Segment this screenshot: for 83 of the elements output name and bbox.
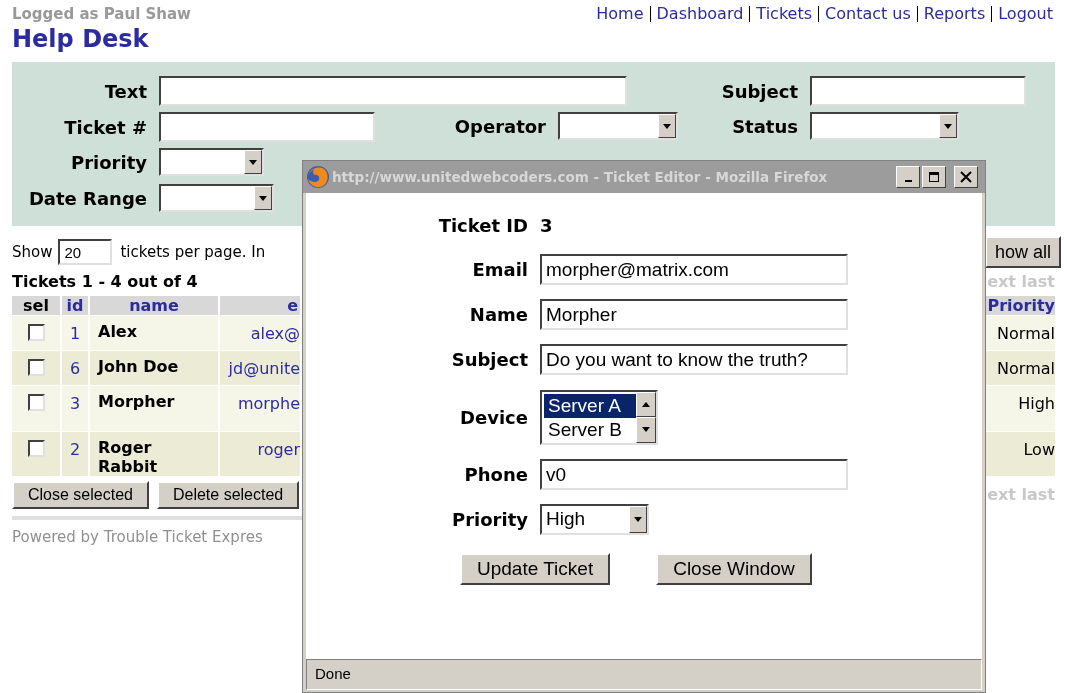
checkbox[interactable]	[27, 324, 45, 341]
logged-in-user: Logged as Paul Shaw	[12, 4, 191, 24]
column-header[interactable]: id	[62, 296, 88, 315]
field-label: Status	[731, 114, 798, 139]
caret-icon	[642, 427, 650, 433]
checkbox[interactable]	[27, 440, 45, 457]
minimize-button[interactable]	[896, 166, 920, 188]
checkbox[interactable]	[27, 359, 45, 376]
minimize-icon	[904, 180, 912, 182]
page-title: Help Desk	[12, 24, 150, 54]
nav-link[interactable]: Logout	[998, 4, 1053, 24]
dropdown[interactable]	[159, 148, 264, 176]
dropdown[interactable]: High	[540, 504, 649, 535]
dialog-button[interactable]: Update Ticket	[460, 553, 611, 585]
nav-link[interactable]: Tickets	[756, 4, 813, 24]
input-field[interactable]	[159, 76, 627, 106]
input-field[interactable]	[810, 76, 1026, 106]
field-label: Subject	[720, 79, 798, 104]
table-cell: Normal	[997, 359, 1055, 378]
nav-link[interactable]: Contact us	[825, 4, 911, 24]
field-label: Email	[471, 258, 528, 282]
browser-logo-icon	[306, 165, 330, 189]
input-field[interactable]	[159, 112, 375, 142]
caret-icon	[634, 517, 642, 522]
show-label: Show	[12, 241, 53, 263]
scroll-down-button[interactable]	[636, 417, 656, 443]
field-label: Name	[468, 303, 528, 327]
table-cell-text: John Doe	[98, 357, 180, 376]
field-label: Priority	[70, 150, 147, 175]
table-caption: Tickets 1 - 4 out of 4	[12, 271, 198, 293]
nav-link[interactable]: Home	[596, 4, 644, 24]
field-label: Ticket #	[63, 115, 147, 140]
field-label: Priority	[451, 508, 528, 532]
caret-icon	[663, 123, 671, 129]
nav-link[interactable]: Reports	[923, 4, 986, 24]
field-label: Text	[103, 79, 147, 104]
column-header[interactable]: name	[90, 296, 218, 315]
show-all-button[interactable]: how all	[984, 236, 1061, 268]
action-button[interactable]: Delete selected	[156, 481, 300, 509]
per-page-text: tickets per page. In	[120, 241, 266, 263]
field-label: Ticket ID	[437, 213, 528, 238]
maximize-icon	[928, 171, 940, 183]
column-header[interactable]: Priority	[985, 296, 1055, 315]
input-field[interactable]: morpher@matrix.com	[540, 254, 848, 285]
field-label: Phone	[463, 463, 528, 487]
field-label: Date Range	[27, 186, 147, 211]
window-title: http://www.unitedwebcoders.com - Ticket Editor - Mozilla Firefox	[332, 167, 829, 187]
nav-link[interactable]: Dashboard	[656, 4, 744, 24]
dropdown[interactable]	[558, 112, 678, 140]
input-field[interactable]: v0	[540, 459, 848, 490]
caret-icon	[944, 123, 952, 129]
footer-text: Powered by Trouble Ticket Expres	[12, 527, 264, 548]
status-text: Done	[315, 664, 351, 685]
table-cell: High	[1018, 394, 1055, 413]
list-option[interactable]: Server B	[544, 417, 636, 442]
maximize-button[interactable]	[922, 166, 946, 188]
field-label: Subject	[450, 348, 528, 372]
column-header: sel	[12, 296, 60, 315]
scroll-up-button[interactable]	[636, 391, 656, 417]
table-cell-text: Roger Rabbit	[98, 438, 159, 476]
close-icon	[960, 171, 972, 183]
field-value: 3	[540, 213, 553, 238]
table-cell-text: Alex	[98, 322, 139, 341]
caret-icon	[249, 159, 257, 165]
input-field[interactable]: Morpher	[540, 299, 848, 330]
column-header[interactable]: e	[220, 296, 300, 315]
table-cell-text: Morpher	[98, 392, 176, 411]
input-field[interactable]: Do you want to know the truth?	[540, 344, 848, 375]
input-field[interactable]: 20	[58, 239, 113, 265]
dropdown[interactable]	[810, 112, 959, 140]
list-option[interactable]: Server A	[544, 393, 636, 418]
dialog-button[interactable]: Close Window	[656, 553, 812, 585]
caret-icon	[259, 195, 267, 201]
caret-icon	[642, 401, 650, 407]
field-label: Device	[459, 405, 528, 430]
checkbox[interactable]	[27, 394, 45, 411]
dropdown[interactable]	[159, 184, 274, 212]
action-button[interactable]: Close selected	[12, 481, 149, 509]
table-cell: Low	[1023, 440, 1055, 459]
list-box[interactable]: Server A Server B	[540, 389, 658, 445]
table-cell: Normal	[997, 324, 1055, 343]
close-button[interactable]	[954, 166, 978, 188]
field-label: Operator	[453, 114, 546, 139]
